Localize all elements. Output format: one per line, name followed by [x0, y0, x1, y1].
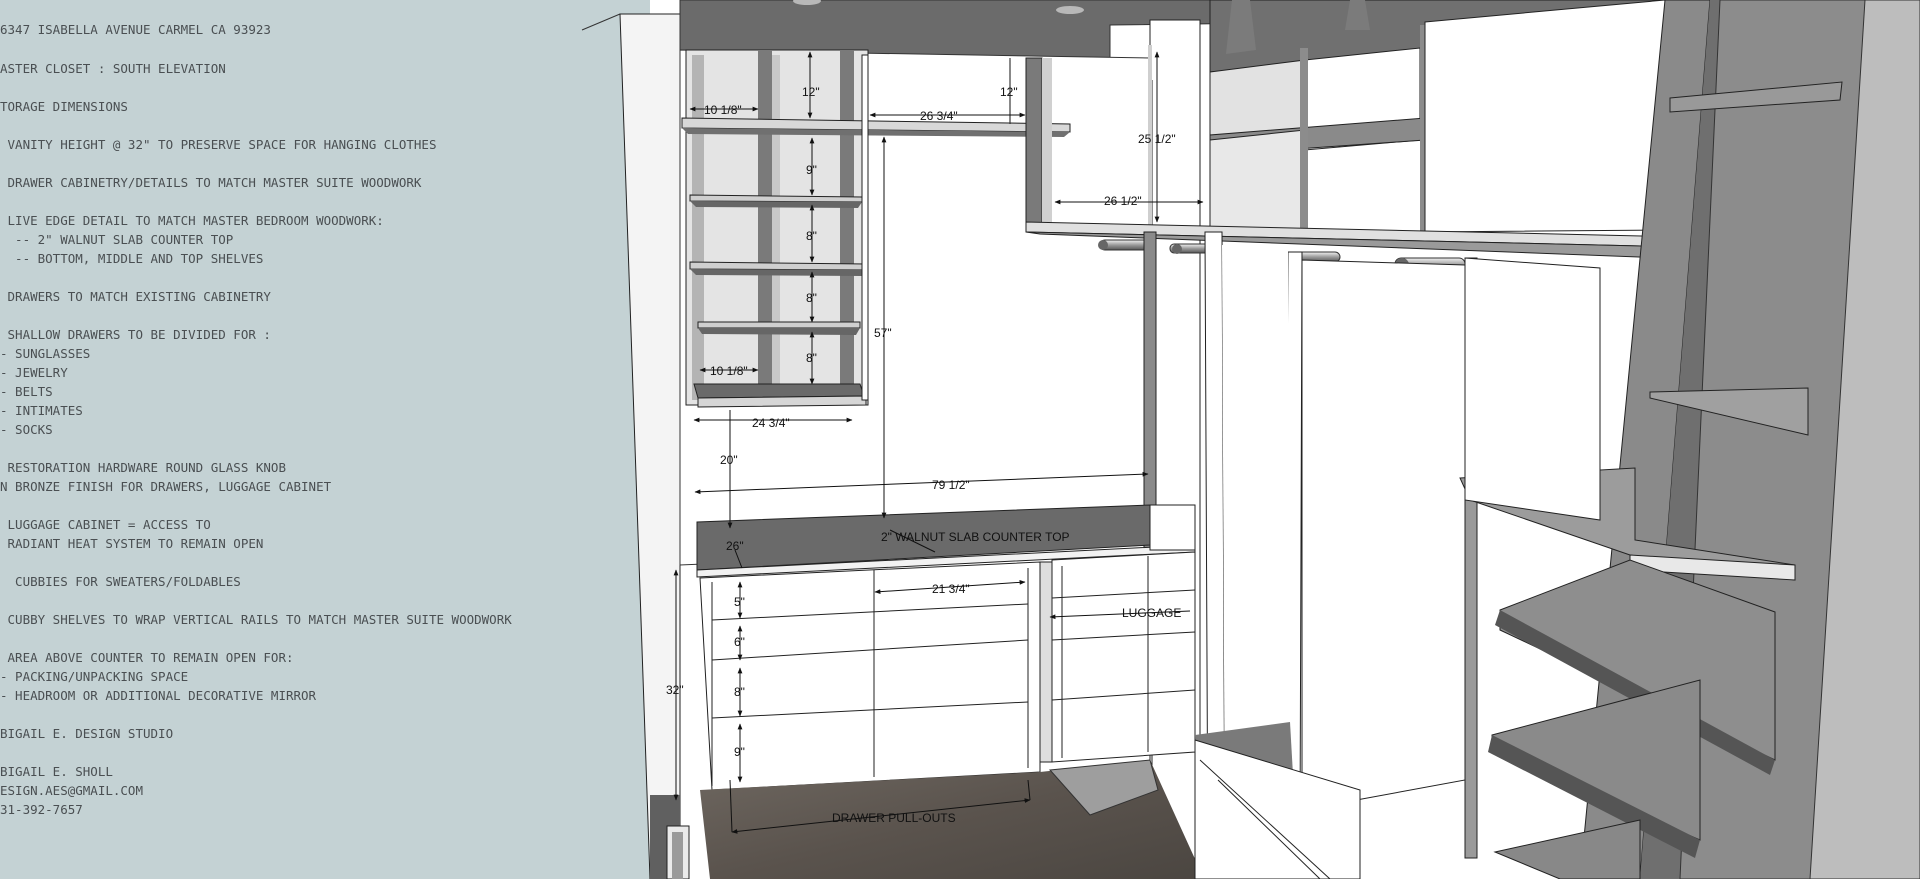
dim-cubby-unit-width: 24 3/4": [752, 416, 790, 430]
dim-top-cubby-height: 12": [802, 85, 820, 99]
dim-cubby-8a: 8": [806, 229, 817, 243]
dim-drawer-8: 8": [734, 685, 745, 699]
dim-counter-depth: 26": [726, 539, 744, 553]
leader-line: [581, 13, 621, 31]
dim-cubby-8b: 8": [806, 291, 817, 305]
dim-top-shelf-span: 26 3/4": [920, 109, 958, 123]
closet-elevation-sheet: 6347 ISABELLA AVENUE CARMEL CA 93923 AST…: [0, 0, 1920, 879]
dim-vertical-57: 57": [874, 326, 892, 340]
dim-cubby-width-bottom: 10 1/8": [710, 364, 748, 378]
dim-drawer-6: 6": [734, 635, 745, 649]
label-drawer-pullouts: DRAWER PULL-OUTS: [832, 811, 956, 825]
dim-counter-length: 79 1/2": [932, 478, 970, 492]
dim-right-top-height: 12": [1000, 85, 1018, 99]
dim-upper-opening-height: 25 1/2": [1138, 132, 1176, 146]
dim-drawer-width: 21 3/4": [932, 582, 970, 596]
dim-cubby-9: 9": [806, 163, 817, 177]
upper-center-storage: [1209, 0, 1666, 235]
dim-drawer-5: 5": [734, 595, 745, 609]
dim-vanity-height: 32": [666, 683, 684, 697]
dim-gap-20: 20": [720, 453, 738, 467]
dim-drawer-9: 9": [734, 745, 745, 759]
left-wall: [619, 13, 690, 879]
dim-cubby-8c: 8": [806, 351, 817, 365]
dim-cubby-width-top: 10 1/8": [704, 103, 742, 117]
label-luggage: LUGGAGE: [1122, 606, 1181, 620]
dim-upper-opening-width: 26 1/2": [1104, 194, 1142, 208]
closet-drawing: 10 1/8" 12" 26 3/4" 12" 25 1/2" 26 1/2" …: [581, 0, 1920, 879]
label-counter-top: 2" WALNUT SLAB COUNTER TOP: [881, 530, 1070, 544]
